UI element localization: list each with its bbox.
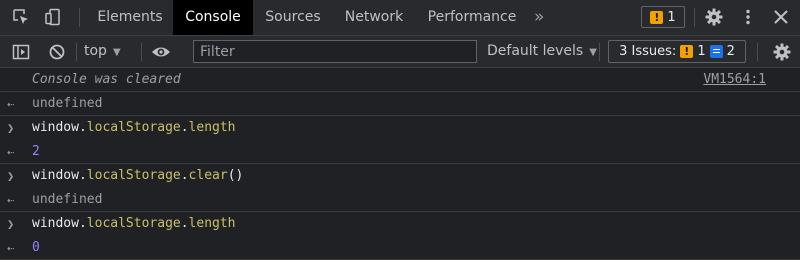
close-icon[interactable] xyxy=(770,6,792,28)
execution-context-select[interactable]: top ▼ xyxy=(84,36,121,67)
expr-object: window xyxy=(32,120,79,135)
expr-dot: . xyxy=(180,216,189,231)
result-value: undefined xyxy=(32,96,103,111)
settings-gear-icon[interactable] xyxy=(703,6,725,28)
log-levels-value: Default levels xyxy=(487,43,584,59)
input-expression[interactable]: window.localStorage.length xyxy=(32,212,236,236)
console-result-row: ⇠ undefined xyxy=(0,92,800,116)
warning-icon: ! xyxy=(680,45,694,58)
expr-dot: . xyxy=(78,168,87,183)
toolbar-divider xyxy=(76,43,77,61)
header-divider xyxy=(694,8,695,27)
issues-info-count: 2 xyxy=(726,44,735,59)
input-expression[interactable]: window.localStorage.clear() xyxy=(32,164,243,188)
result-value: 2 xyxy=(32,144,40,159)
toolbar-divider xyxy=(757,43,758,61)
expr-object: window xyxy=(32,216,79,231)
header-issues-count: 1 xyxy=(667,9,676,25)
levels-dropdown-caret-icon: ▼ xyxy=(589,47,597,58)
console-result-row: ⇠ 2 xyxy=(0,140,800,164)
result-value: 0 xyxy=(32,240,40,255)
toolbar-divider xyxy=(599,43,600,61)
expr-object: window xyxy=(32,168,79,183)
console-messages: Console was cleared VM1564:1 ⇠ undefined… xyxy=(0,68,800,260)
return-arrow-icon: ⇠ xyxy=(7,193,15,207)
clear-console-icon[interactable] xyxy=(46,41,68,63)
chevron-right-icon: ❯ xyxy=(7,217,15,231)
console-filter-input[interactable] xyxy=(193,40,477,63)
expr-property: localStorage xyxy=(86,120,181,135)
device-toolbar-icon[interactable] xyxy=(42,6,64,28)
expr-member: clear xyxy=(188,168,228,183)
console-toolbar: top ▼ Default levels ▼ 3 Issues: ! 1 2 xyxy=(0,36,800,68)
tab-elements[interactable]: Elements xyxy=(89,0,171,35)
chevron-right-icon: ❯ xyxy=(7,169,15,183)
console-result-row: ⇠ 0 xyxy=(0,236,800,260)
expr-dot: . xyxy=(78,120,87,135)
console-input-row: ❯ window.localStorage.clear() xyxy=(0,164,800,188)
chevron-right-icon: ❯ xyxy=(7,121,15,135)
result-value: undefined xyxy=(32,192,103,207)
return-arrow-icon: ⇠ xyxy=(7,145,15,159)
return-arrow-icon: ⇠ xyxy=(7,241,15,255)
tab-bar-divider xyxy=(79,8,80,27)
context-dropdown-caret-icon: ▼ xyxy=(112,47,121,58)
issues-label: 3 Issues: xyxy=(619,44,677,59)
more-vertical-icon[interactable] xyxy=(737,6,759,28)
tab-sources[interactable]: Sources xyxy=(255,0,331,35)
expr-property: localStorage xyxy=(86,216,181,231)
expr-member: length xyxy=(188,120,236,135)
toolbar-divider xyxy=(141,43,142,61)
header-issues-badge[interactable]: ! 1 xyxy=(641,6,685,28)
console-settings-gear-icon[interactable] xyxy=(771,41,793,63)
expr-dot: . xyxy=(78,216,87,231)
tab-console[interactable]: Console xyxy=(173,0,253,35)
tab-performance[interactable]: Performance xyxy=(417,0,527,35)
expr-member: length xyxy=(188,216,236,231)
devtools-panel: Elements Console Sources Network Perform… xyxy=(0,0,800,260)
expr-dot: . xyxy=(180,120,189,135)
console-input-row: ❯ window.localStorage.length xyxy=(0,116,800,140)
eye-icon[interactable] xyxy=(150,41,172,63)
more-tabs-button[interactable]: » xyxy=(534,0,544,35)
sidebar-toggle-icon[interactable] xyxy=(10,41,32,63)
inspect-element-icon[interactable] xyxy=(10,6,32,28)
warning-icon: ! xyxy=(650,10,664,24)
expr-dot: . xyxy=(180,168,189,183)
issues-warning-count: 1 xyxy=(697,44,706,59)
devtools-tab-bar: Elements Console Sources Network Perform… xyxy=(0,0,800,36)
return-arrow-icon: ⇠ xyxy=(7,97,15,111)
console-input-row: ❯ window.localStorage.length xyxy=(0,212,800,236)
console-cleared-row: Console was cleared VM1564:1 xyxy=(0,68,800,92)
console-cleared-message: Console was cleared xyxy=(32,72,181,87)
console-result-row: ⇠ undefined xyxy=(0,188,800,212)
log-levels-select[interactable]: Default levels ▼ xyxy=(487,36,597,67)
expr-property: localStorage xyxy=(86,168,181,183)
info-message-icon xyxy=(709,45,723,58)
tab-network[interactable]: Network xyxy=(333,0,415,35)
source-link[interactable]: VM1564:1 xyxy=(703,68,766,92)
expr-call-parens: () xyxy=(227,168,244,183)
issues-button[interactable]: 3 Issues: ! 1 2 xyxy=(608,40,746,63)
input-expression[interactable]: window.localStorage.length xyxy=(32,116,236,140)
execution-context-value: top xyxy=(84,43,107,59)
